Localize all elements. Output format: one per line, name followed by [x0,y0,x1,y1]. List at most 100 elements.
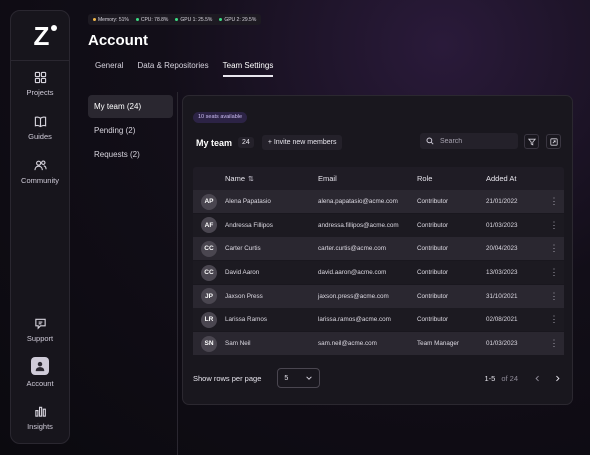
chevron-left-icon [534,375,539,381]
sort-icon[interactable]: ⇅ [248,176,254,183]
sidebar: Z Projects Guides Community Support Acco… [10,10,70,444]
table-row[interactable]: SN Sam Neil sam.neil@acme.com Team Manager 0… [193,332,564,356]
member-added-date: 01/03/2023 [486,340,518,348]
tab-general[interactable]: General [95,61,123,77]
sidebar-item-label: Community [21,176,59,185]
search-input[interactable] [438,136,512,146]
sidebar-item-community[interactable]: Community [11,158,69,185]
cpu-status: CPU: 78.8% [135,17,168,23]
logo-dot [51,25,57,31]
subnav-my-team[interactable]: My team (24) [88,95,173,118]
chevron-down-icon [306,376,313,380]
row-menu-icon[interactable]: ⋮ [544,314,564,325]
member-added-date: 02/08/2021 [486,316,518,324]
bar-chart-icon [33,404,47,418]
sidebar-item-support[interactable]: Support [11,316,69,343]
chevron-right-icon [555,375,560,381]
member-email: david.aaron@acme.com [318,269,387,277]
sidebar-item-guides[interactable]: Guides [11,114,69,141]
sidebar-item-insights[interactable]: Insights [11,404,69,431]
member-email: jaxson.press@acme.com [318,292,389,300]
filter-icon [527,138,536,145]
users-icon [33,158,47,172]
member-name: Andressa Fillipos [225,221,273,229]
tab-team-settings[interactable]: Team Settings [222,61,274,77]
row-menu-icon[interactable]: ⋮ [544,196,564,207]
table-row[interactable]: AF Andressa Fillipos andressa.fillipos@acm… [193,213,564,237]
next-page-button[interactable] [550,371,564,385]
resource-status-bar: Memory: 51% CPU: 78.8% GPU 1: 25.5% GPU … [88,14,262,25]
row-menu-icon[interactable]: ⋮ [544,267,564,278]
sidebar-item-label: Account [26,379,54,388]
pagination-bar: Show rows per page 5 1-5 of 24 [193,367,564,389]
subnav-pending[interactable]: Pending (2) [88,119,173,142]
avatar: AP [201,193,217,210]
search-box[interactable] [420,133,518,149]
column-email: Email [318,174,337,183]
row-menu-icon[interactable]: ⋮ [544,291,564,302]
status-dot [93,18,96,21]
member-name: Carter Curtis [225,245,261,253]
sidebar-item-account[interactable]: Account [11,357,69,388]
invite-members-button[interactable]: + Invite new members [261,135,343,150]
prev-page-button[interactable] [530,371,544,385]
logo[interactable]: Z [24,23,58,49]
member-email: larissa.ramos@acme.com [318,316,391,324]
member-role: Team Manager [417,340,459,348]
page-range: 1-5 [484,373,496,383]
pager: 1-5 of 24 [484,367,564,389]
gpu1-status: GPU 1: 25.5% [175,17,212,23]
table-row[interactable]: CC Carter Curtis carter.curtis@acme.com Con… [193,237,564,261]
expand-button[interactable] [546,134,561,149]
status-dot [219,18,223,21]
member-role: Contributor [417,245,449,253]
memory-status: Memory: 51% [93,17,129,23]
member-email: carter.curtis@acme.com [318,245,386,253]
panel-header: My team 24 + Invite new members [196,135,343,150]
expand-icon [549,137,558,146]
member-role: Contributor [417,316,449,324]
rows-per-page-select[interactable]: 5 [277,368,321,388]
table-row[interactable]: CC David Aaron david.aaron@acme.com Contrib… [193,261,564,285]
member-added-date: 13/03/2023 [486,269,518,277]
column-name[interactable]: Name ⇅ [225,174,318,183]
avatar: JP [201,288,217,305]
tab-data-repositories[interactable]: Data & Repositories [137,61,208,77]
member-role: Contributor [417,198,449,205]
sidebar-item-label: Insights [27,422,53,431]
book-icon [33,114,47,128]
table-row[interactable]: LR Larissa Ramos larissa.ramos@acme.com Con… [193,308,564,332]
avatar: AF [201,217,217,234]
rows-per-page-label: Show rows per page [193,373,262,383]
row-menu-icon[interactable]: ⋮ [544,243,564,254]
account-icon [31,357,49,375]
avatar: SN [201,335,217,352]
table-row[interactable]: JP Jaxson Press jaxson.press@acme.com Contr… [193,284,564,308]
search-icon [426,132,434,150]
member-name: Alena Papatasio [225,198,271,205]
sidebar-item-label: Projects [26,88,54,97]
sidebar-item-projects[interactable]: Projects [11,70,69,97]
avatar: CC [201,240,217,257]
member-role: Contributor [417,269,449,277]
logo-letter: Z [33,21,50,51]
subnav-requests[interactable]: Requests (2) [88,143,173,166]
row-menu-icon[interactable]: ⋮ [544,220,564,231]
rows-per-page-value: 5 [284,374,289,382]
member-count-badge: 24 [238,137,254,148]
row-menu-icon[interactable]: ⋮ [544,338,564,349]
chat-icon [33,316,47,330]
member-name: Jaxson Press [225,292,263,300]
tab-bar: General Data & Repositories Team Setting… [95,61,287,77]
member-email: alena.papatasio@acme.com [318,198,398,205]
grid-icon [33,70,47,84]
page-total: of 24 [501,373,518,383]
member-name: Sam Neil [225,340,251,348]
member-added-date: 21/01/2022 [486,198,518,205]
member-email: sam.neil@acme.com [318,340,377,348]
table-row[interactable]: AP Alena Papatasio alena.papatasio@acme.co… [193,190,564,213]
filter-button[interactable] [524,134,539,149]
member-name: Larissa Ramos [225,316,267,324]
sidebar-divider [11,60,69,61]
member-role: Contributor [417,292,449,300]
